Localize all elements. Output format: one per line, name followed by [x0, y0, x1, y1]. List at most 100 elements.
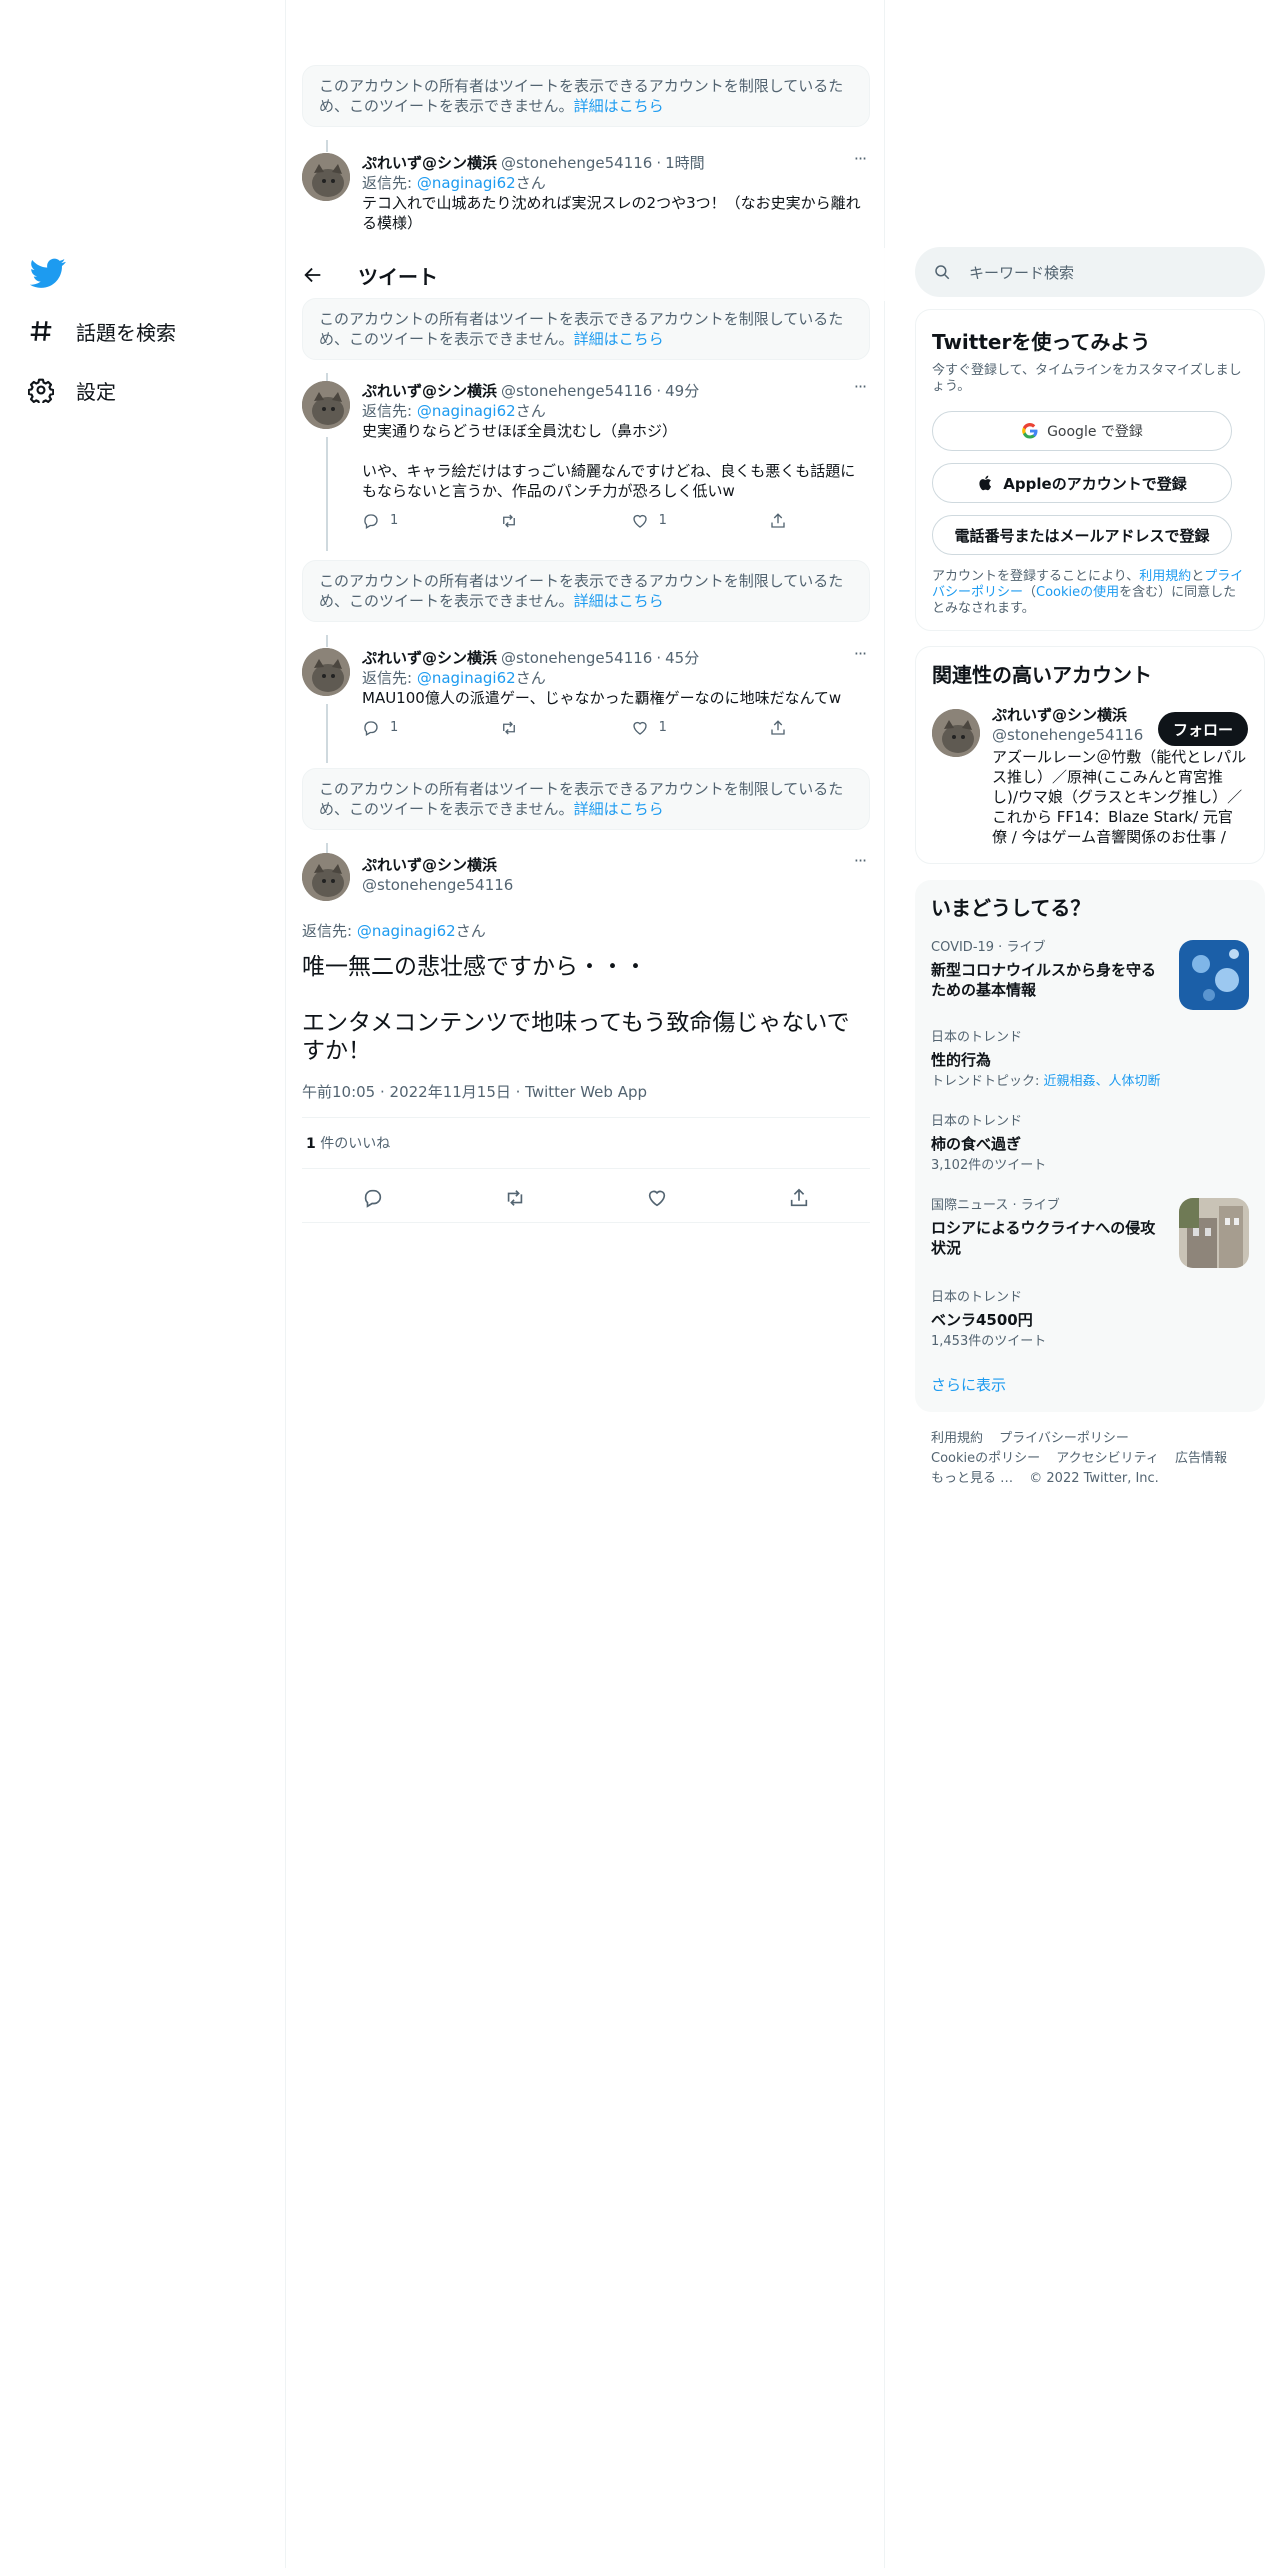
trend-item[interactable]: 日本のトレンド ベンラ4500円 1,453件のツイート	[931, 1290, 1249, 1350]
search-box[interactable]: キーワード検索	[915, 247, 1265, 297]
share-button[interactable]	[769, 719, 787, 737]
more-options-icon[interactable]: ···	[850, 151, 870, 173]
cat-avatar-icon	[932, 709, 980, 757]
trend-item[interactable]: COVID-19 · ライブ 新型コロナウイルスから身を守るための基本情報	[931, 940, 1249, 1010]
author-name[interactable]: ぷれいず@シン横浜	[362, 153, 497, 173]
avatar[interactable]	[302, 648, 350, 696]
restricted-tweet-notice: このアカウントの所有者はツイートを表示できるアカウントを制限しているため、このツ…	[302, 768, 870, 830]
avatar[interactable]	[302, 381, 350, 429]
more-options-icon[interactable]: ···	[850, 379, 870, 401]
learn-more-link[interactable]: 詳細はこちら	[574, 800, 664, 818]
retweet-icon[interactable]	[504, 1187, 526, 1209]
timestamp[interactable]: 1時間	[665, 153, 705, 173]
reply-suffix: さん	[455, 922, 486, 940]
avatar[interactable]	[302, 153, 350, 201]
trend-item[interactable]: 日本のトレンド 性的行為 トレンドトピック: 近親相姦、人体切断	[931, 1030, 1249, 1090]
author-handle[interactable]: @stonehenge54116	[501, 648, 652, 668]
learn-more-link[interactable]: 詳細はこちら	[574, 97, 664, 115]
terms-link[interactable]: 利用規約	[1139, 569, 1191, 584]
twitter-logo-icon[interactable]	[30, 255, 66, 291]
reply-button[interactable]: 1	[362, 511, 398, 531]
tweet-actions	[302, 1173, 870, 1223]
heart-icon[interactable]	[646, 1187, 668, 1209]
nav-explore[interactable]: 話題を検索	[28, 311, 176, 351]
learn-more-link[interactable]: 詳細はこちら	[574, 592, 664, 610]
likes-summary[interactable]: 1 件のいいね	[302, 1117, 870, 1169]
footer-cookie-link[interactable]: Cookieのポリシー	[931, 1451, 1040, 1466]
back-arrow-icon[interactable]	[302, 264, 324, 286]
reply-handle-link[interactable]: @naginagi62	[417, 402, 516, 420]
trend-topics: トレンドトピック: 近親相姦、人体切断	[931, 1074, 1249, 1090]
share-icon	[771, 513, 785, 528]
like-count: 1	[306, 1136, 316, 1152]
page-title: ツイート	[358, 265, 438, 289]
reply-handle-link[interactable]: @naginagi62	[417, 174, 516, 192]
timestamp[interactable]: 49分	[665, 381, 699, 401]
footer-ads-link[interactable]: 広告情報	[1175, 1451, 1227, 1466]
share-icon	[771, 720, 785, 735]
thread-line	[326, 635, 328, 647]
tweet-body: ぷれいず@シン横浜 @stonehenge54116 · 45分 返信先: @n…	[362, 648, 870, 738]
footer-privacy-link[interactable]: プライバシーポリシー	[999, 1431, 1129, 1446]
phone-email-signup-button[interactable]: 電話番号またはメールアドレスで登録	[932, 515, 1232, 555]
trend-image	[1179, 1198, 1249, 1268]
avatar[interactable]	[932, 709, 980, 757]
thread-line	[326, 843, 328, 853]
apple-signup-button[interactable]: Appleのアカウントで登録	[932, 463, 1232, 503]
footer-terms-link[interactable]: 利用規約	[931, 1431, 983, 1446]
avatar[interactable]	[302, 853, 350, 901]
cat-avatar-icon	[302, 853, 350, 901]
reply-suffix: さん	[515, 669, 546, 687]
google-signup-button[interactable]: Google で登録	[932, 411, 1232, 451]
trend-item[interactable]: 日本のトレンド 柿の食べ過ぎ 3,102件のツイート	[931, 1114, 1249, 1173]
retweet-button[interactable]	[500, 719, 528, 737]
search-icon	[935, 265, 950, 280]
tweet[interactable]: ぷれいず@シン横浜 @stonehenge54116 · 49分 返信先: @n…	[302, 379, 870, 551]
author-name[interactable]: ぷれいず@シン横浜	[362, 648, 497, 668]
hashtag-icon	[30, 321, 52, 341]
thread-line	[326, 437, 328, 551]
reply-prefix: 返信先:	[362, 402, 417, 420]
trend-topics-prefix: トレンドトピック:	[931, 1074, 1044, 1089]
tweet[interactable]: ぷれいず@シン横浜 @stonehenge54116 · 45分 返信先: @n…	[302, 646, 870, 763]
restricted-tweet-notice: このアカウントの所有者はツイートを表示できるアカウントを制限しているため、このツ…	[302, 65, 870, 127]
trend-item[interactable]: 国際ニュース · ライブ ロシアによるウクライナへの侵攻状況	[931, 1198, 1249, 1268]
like-button[interactable]: 1	[631, 511, 667, 531]
retweet-icon	[503, 514, 516, 528]
reply-icon[interactable]	[362, 1187, 384, 1209]
footer-more-link[interactable]: もっと見る …	[931, 1471, 1013, 1486]
author-name[interactable]: ぷれいず@シン横浜	[362, 381, 497, 401]
account-bio: アズールレーン＠竹敷（能代とレパルス推し）／原神(ここみんと宵宮推し)/ウマ娘（…	[992, 748, 1247, 846]
footer-accessibility-link[interactable]: アクセシビリティ	[1056, 1451, 1159, 1466]
tweet-timestamp-source[interactable]: 午前10:05 · 2022年11月15日 · Twitter Web App	[302, 1081, 647, 1102]
author-handle[interactable]: @stonehenge54116	[501, 381, 652, 401]
nav-settings[interactable]: 設定	[28, 370, 116, 410]
timestamp[interactable]: 45分	[665, 648, 699, 668]
reply-handle-link[interactable]: @naginagi62	[417, 669, 516, 687]
trend-title: 新型コロナウイルスから身を守るための基本情報	[931, 961, 1157, 999]
follow-button[interactable]: フォロー	[1158, 712, 1248, 746]
author-name[interactable]: ぷれいず@シン横浜	[362, 855, 513, 875]
author-handle[interactable]: @stonehenge54116	[501, 153, 652, 173]
tweet-text: テコ入れで山城あたり沈めれば実況スレの2つや3つ！（なお史実から離れる模様）	[362, 194, 861, 232]
show-more-link[interactable]: さらに表示	[931, 1374, 1006, 1395]
author-handle[interactable]: @stonehenge54116	[362, 875, 513, 895]
like-button[interactable]: 1	[631, 718, 667, 738]
cat-avatar-icon	[302, 153, 350, 201]
share-button[interactable]	[769, 512, 787, 530]
reply-to: 返信先: @naginagi62さん	[362, 401, 870, 421]
learn-more-link[interactable]: 詳細はこちら	[574, 330, 664, 348]
retweet-button[interactable]	[500, 512, 528, 530]
separator-dot: ·	[656, 649, 662, 667]
trend-topic-links[interactable]: 近親相姦、人体切断	[1044, 1074, 1161, 1089]
reply-handle-link[interactable]: @naginagi62	[357, 922, 456, 940]
tos-open: （	[1023, 585, 1037, 600]
share-icon[interactable]	[788, 1187, 810, 1209]
like-count: 1	[658, 720, 667, 735]
tweet[interactable]: ぷれいず@シン横浜 @stonehenge54116 · 1時間 返信先: @n…	[302, 151, 870, 243]
cookie-link[interactable]: Cookieの使用	[1036, 585, 1119, 600]
more-options-icon[interactable]: ···	[850, 646, 870, 668]
reply-button[interactable]: 1	[362, 718, 398, 738]
more-options-icon[interactable]: ···	[850, 853, 870, 875]
cat-avatar-icon	[302, 648, 350, 696]
